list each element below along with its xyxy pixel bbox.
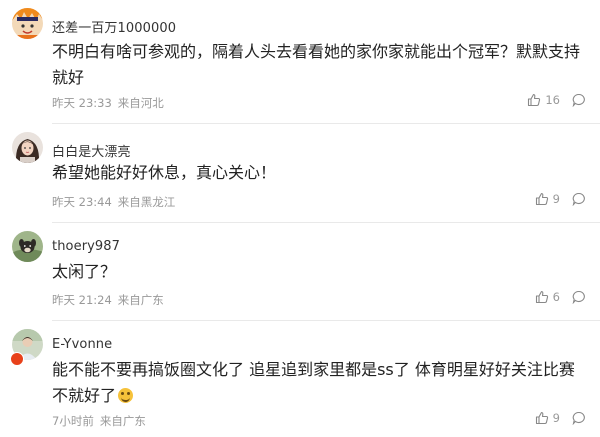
avatar[interactable] [12, 8, 43, 39]
divider [52, 320, 600, 321]
like-count: 9 [552, 192, 560, 206]
girl-avatar-icon [12, 132, 43, 163]
comment-time: 昨天 23:33 [52, 96, 112, 110]
divider [52, 222, 600, 223]
verified-badge-icon [10, 352, 24, 366]
comment-time: 7小时前 [52, 414, 94, 428]
comment-meta: 昨天 23:44 来自黑龙江 [52, 194, 181, 210]
avatar[interactable] [12, 132, 43, 163]
comment-location: 来自河北 [117, 96, 164, 110]
username[interactable]: 白白是大漂亮 [52, 141, 131, 160]
thumbs-up-icon [535, 411, 548, 425]
reply-icon[interactable] [572, 411, 586, 425]
comment-text-body: 不明白有啥可参观的，隔着人头去看看她的家你家就能出个冠军？默默支持就好 [52, 42, 581, 87]
comment-text-body: 太闲了？ [52, 262, 117, 281]
like-count: 6 [552, 290, 560, 304]
comment-text: 不明白有啥可参观的，隔着人头去看看她的家你家就能出个冠军？默默支持就好 [52, 39, 582, 91]
like-button[interactable]: 6 [535, 290, 560, 304]
like-button[interactable]: 16 [527, 93, 560, 107]
like-count: 16 [545, 93, 560, 107]
comment-location: 来自黑龙江 [117, 195, 176, 209]
comment-actions: 9 [535, 192, 586, 206]
comment-location: 来自广东 [117, 293, 164, 307]
like-button[interactable]: 9 [535, 411, 560, 425]
reply-icon[interactable] [572, 290, 586, 304]
comment-meta: 7小时前 来自广东 [52, 413, 152, 429]
divider [52, 123, 600, 124]
thumbs-up-icon [535, 192, 548, 206]
username[interactable]: thoery987 [52, 239, 120, 254]
dog-avatar-icon [12, 231, 43, 262]
comment-location: 来自广东 [99, 414, 146, 428]
reply-icon[interactable] [572, 93, 586, 107]
like-button[interactable]: 9 [535, 192, 560, 206]
comment-time: 昨天 21:24 [52, 293, 112, 307]
thumbs-up-icon [528, 93, 541, 107]
thumbs-up-icon [535, 290, 548, 304]
comment-actions: 9 [535, 411, 586, 425]
username[interactable]: E-Yvonne [52, 337, 112, 352]
comment-meta: 昨天 21:24 来自广东 [52, 292, 170, 308]
avatar[interactable] [12, 231, 43, 262]
comment-text: 希望她能好好休息，真心关心！ [52, 160, 582, 186]
comment-text: 太闲了？ [52, 259, 582, 285]
anime-boy-avatar-icon [12, 8, 43, 39]
comment-time: 昨天 23:44 [52, 195, 112, 209]
like-count: 9 [552, 411, 560, 425]
comment-text: 能不能不要再搞饭圈文化了 追星追到家里都是ss了 体育明星好好关注比赛不就好了 [52, 357, 582, 409]
comment-actions: 6 [535, 290, 586, 304]
grinning-emoji-icon [118, 388, 134, 403]
reply-icon[interactable] [572, 192, 586, 206]
username[interactable]: 还差一百万1000000 [52, 17, 176, 36]
comment-text-body: 希望她能好好休息，真心关心！ [52, 163, 277, 182]
comment-actions: 16 [527, 93, 586, 107]
comment-meta: 昨天 23:33 来自河北 [52, 95, 170, 111]
